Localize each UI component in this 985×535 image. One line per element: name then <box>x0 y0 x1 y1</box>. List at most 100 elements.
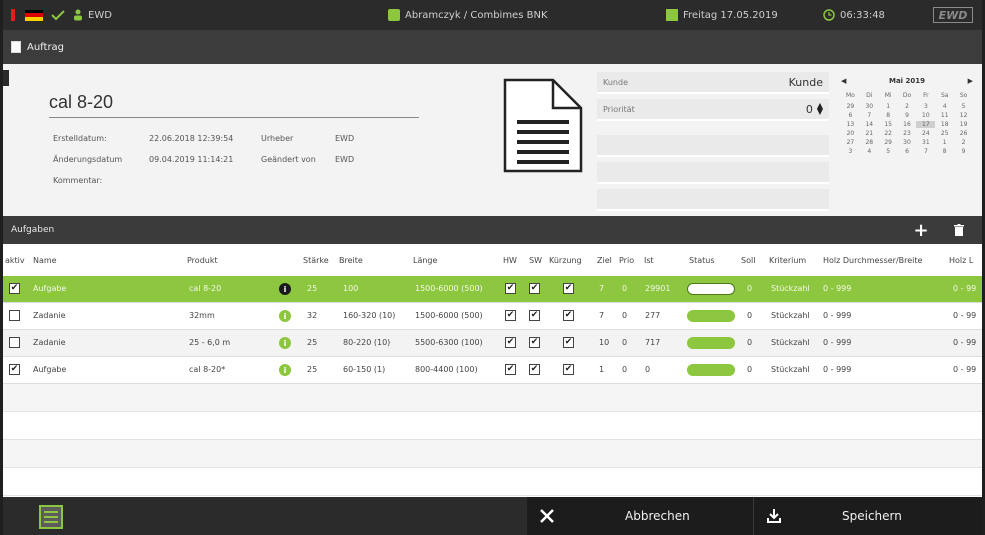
calendar-day[interactable]: 6 <box>841 112 860 119</box>
delete-task-button[interactable] <box>945 216 973 244</box>
menu-button[interactable] <box>39 505 63 529</box>
col-product[interactable]: Produkt <box>187 256 218 265</box>
table-row[interactable]: ✔ Aufgabe cal 8-20 i 25 100 1500-6000 (500) ✔ ✔ ✔… <box>3 276 982 303</box>
calendar-prev-icon[interactable]: ◀ <box>841 77 846 85</box>
calendar-day[interactable]: 4 <box>860 148 879 155</box>
hw-checkbox[interactable]: ✔ <box>505 283 516 294</box>
cancel-button[interactable]: Abbrechen <box>527 497 753 535</box>
side-panel-toggle[interactable] <box>3 70 9 86</box>
info-icon[interactable]: i <box>279 310 291 322</box>
order-title[interactable]: cal 8-20 <box>49 92 113 113</box>
calendar-day[interactable]: 15 <box>879 121 898 128</box>
calendar-next-icon[interactable]: ▶ <box>968 77 973 85</box>
calendar-day[interactable]: 20 <box>841 130 860 137</box>
col-target[interactable]: Ziel <box>597 256 612 265</box>
sw-checkbox[interactable]: ✔ <box>529 310 540 321</box>
calendar-day[interactable]: 4 <box>935 103 954 110</box>
sw-checkbox[interactable]: ✔ <box>529 364 540 375</box>
empty-field-1[interactable] <box>597 135 829 157</box>
calendar-day[interactable]: 28 <box>860 139 879 146</box>
col-prio[interactable]: Prio <box>619 256 634 265</box>
calendar-day[interactable]: 17 <box>916 121 936 128</box>
calendar-day[interactable]: 26 <box>954 130 973 137</box>
cut-checkbox[interactable]: ✔ <box>563 310 574 321</box>
calendar-day[interactable]: 29 <box>879 139 898 146</box>
connection-icon[interactable] <box>51 0 65 30</box>
calendar-day[interactable]: 3 <box>916 103 935 110</box>
alert-icon[interactable] <box>11 0 15 30</box>
col-width[interactable]: Breite <box>339 256 363 265</box>
calendar-day[interactable]: 9 <box>954 148 973 155</box>
table-row[interactable]: ✔ Aufgabe cal 8-20* i 25 60-150 (1) 800-4400 (… <box>3 357 982 384</box>
cut-checkbox[interactable]: ✔ <box>563 283 574 294</box>
col-hw[interactable]: HW <box>503 256 517 265</box>
info-icon[interactable]: i <box>279 283 291 295</box>
calendar-day[interactable]: 29 <box>841 103 860 110</box>
calendar-day[interactable]: 23 <box>898 130 917 137</box>
calendar-day[interactable]: 16 <box>898 121 917 128</box>
company-indicator[interactable]: Abramczyk / Combimes BNK <box>388 0 548 30</box>
empty-field-3[interactable] <box>597 189 829 211</box>
calendar-day[interactable]: 9 <box>898 112 917 119</box>
active-checkbox[interactable]: ✔ <box>9 364 20 375</box>
date-indicator[interactable]: Freitag 17.05.2019 <box>666 0 778 30</box>
col-cut[interactable]: Kürzung <box>549 256 582 265</box>
col-length[interactable]: Länge <box>413 256 437 265</box>
table-row[interactable]: Zadanie 32mm i 32 160-320 (10) 1500-6000 (500… <box>3 303 982 330</box>
language-flag-icon[interactable] <box>25 0 43 30</box>
calendar-day[interactable]: 31 <box>916 139 935 146</box>
calendar-day[interactable]: 24 <box>916 130 935 137</box>
table-row[interactable]: Zadanie 25 - 6,0 m i 25 80-220 (10) 5500-6300… <box>3 330 982 357</box>
calendar-day[interactable]: 5 <box>954 103 973 110</box>
calendar-day[interactable]: 30 <box>860 103 879 110</box>
calendar-day[interactable]: 19 <box>954 121 973 128</box>
hw-checkbox[interactable]: ✔ <box>505 364 516 375</box>
col-thickness[interactable]: Stärke <box>303 256 329 265</box>
active-checkbox[interactable] <box>9 337 20 348</box>
calendar-day[interactable]: 10 <box>916 112 935 119</box>
info-icon[interactable]: i <box>279 364 291 376</box>
calendar-day[interactable]: 14 <box>860 121 879 128</box>
calendar-day[interactable]: 27 <box>841 139 860 146</box>
calendar-day[interactable]: 30 <box>898 139 917 146</box>
col-sw[interactable]: SW <box>529 256 542 265</box>
calendar-day[interactable]: 1 <box>879 103 898 110</box>
priority-stepper-icon[interactable]: ▲ ▼ <box>817 102 823 116</box>
time-indicator[interactable]: 06:33:48 <box>823 0 885 30</box>
hw-checkbox[interactable]: ✔ <box>505 310 516 321</box>
calendar-day[interactable]: 7 <box>860 112 879 119</box>
info-icon[interactable]: i <box>279 337 291 349</box>
calendar-day[interactable]: 5 <box>879 148 898 155</box>
calendar-day[interactable]: 2 <box>898 103 917 110</box>
save-button[interactable]: Speichern <box>753 497 982 535</box>
calendar-day[interactable]: 6 <box>898 148 917 155</box>
hw-checkbox[interactable]: ✔ <box>505 337 516 348</box>
col-status[interactable]: Status <box>689 256 715 265</box>
col-actual[interactable]: Ist <box>644 256 654 265</box>
calendar-day[interactable]: 8 <box>879 112 898 119</box>
priority-field[interactable]: Priorität 0 ▲ ▼ <box>597 99 829 121</box>
user-indicator[interactable]: EWD <box>73 0 112 30</box>
sw-checkbox[interactable]: ✔ <box>529 283 540 294</box>
sw-checkbox[interactable]: ✔ <box>529 337 540 348</box>
calendar-day[interactable]: 11 <box>935 112 954 119</box>
calendar-day[interactable]: 7 <box>916 148 935 155</box>
customer-field[interactable]: Kunde Kunde <box>597 72 829 94</box>
col-target2[interactable]: Soll <box>741 256 755 265</box>
empty-field-2[interactable] <box>597 162 829 184</box>
col-criterion[interactable]: Kriterium <box>769 256 806 265</box>
calendar-day[interactable]: 1 <box>935 139 954 146</box>
calendar-day[interactable]: 3 <box>841 148 860 155</box>
calendar-day[interactable]: 2 <box>954 139 973 146</box>
calendar-day[interactable]: 21 <box>860 130 879 137</box>
col-name[interactable]: Name <box>33 256 57 265</box>
active-checkbox[interactable] <box>9 310 20 321</box>
active-checkbox[interactable]: ✔ <box>9 283 20 294</box>
calendar-day[interactable]: 25 <box>935 130 954 137</box>
col-wood-diameter[interactable]: Holz Durchmesser/Breite <box>823 256 922 265</box>
add-task-button[interactable]: + <box>907 216 935 244</box>
col-wood-length[interactable]: Holz L <box>949 256 973 265</box>
calendar-day[interactable]: 13 <box>841 121 860 128</box>
cut-checkbox[interactable]: ✔ <box>563 337 574 348</box>
cut-checkbox[interactable]: ✔ <box>563 364 574 375</box>
